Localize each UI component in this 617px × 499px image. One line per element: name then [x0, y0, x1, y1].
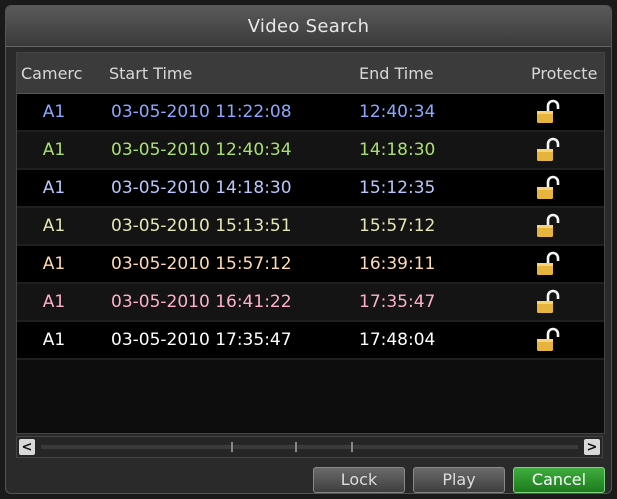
table-header: Camerc Start Time End Time Protecte: [17, 53, 604, 94]
scroll-tick: [351, 442, 353, 452]
header-start-time[interactable]: Start Time: [105, 64, 355, 83]
unlocked-padlock-icon[interactable]: [527, 251, 604, 277]
unlocked-padlock-icon[interactable]: [527, 99, 604, 125]
row-start-time: 03-05-2010 11:22:08: [111, 102, 292, 122]
row-camera: A1: [42, 178, 66, 198]
row-start-time: 03-05-2010 14:18:30: [111, 178, 292, 198]
row-camera: A1: [42, 330, 66, 350]
row-camera: A1: [42, 140, 66, 160]
unlocked-padlock-icon[interactable]: [527, 137, 604, 163]
dialog-button-bar: Lock Play Cancel: [6, 464, 611, 493]
row-camera: A1: [42, 292, 66, 312]
dialog-title: Video Search: [247, 15, 370, 37]
table-row[interactable]: A1 03-05-2010 11:22:08 12:40:34: [17, 94, 604, 132]
cancel-button[interactable]: Cancel: [513, 466, 605, 493]
table-row[interactable]: A1 03-05-2010 15:13:51 15:57:12: [17, 208, 604, 246]
row-end-time: 15:12:35: [359, 178, 436, 198]
row-start-time: 03-05-2010 15:57:12: [111, 254, 292, 274]
scroll-right-arrow-icon[interactable]: >: [584, 439, 600, 455]
results-table: Camerc Start Time End Time Protecte A1 03…: [16, 52, 605, 434]
row-start-time: 03-05-2010 15:13:51: [111, 216, 292, 236]
horizontal-scrollbar[interactable]: < >: [16, 436, 603, 458]
row-camera: A1: [42, 102, 66, 122]
unlocked-padlock-icon[interactable]: [527, 175, 604, 201]
dialog-titlebar: Video Search: [6, 6, 611, 47]
scroll-track[interactable]: [41, 445, 578, 449]
row-end-time: 17:35:47: [359, 292, 436, 312]
header-camera[interactable]: Camerc: [17, 64, 105, 83]
row-start-time: 03-05-2010 12:40:34: [111, 140, 292, 160]
video-search-dialog: Video Search Camerc Start Time End Time …: [5, 5, 612, 494]
header-end-time[interactable]: End Time: [355, 64, 527, 83]
unlocked-padlock-icon[interactable]: [527, 327, 604, 353]
scroll-tick: [295, 442, 297, 452]
row-end-time: 17:48:04: [359, 330, 436, 350]
scroll-left-arrow-icon[interactable]: <: [19, 439, 35, 455]
row-camera: A1: [42, 216, 66, 236]
row-camera: A1: [42, 254, 66, 274]
row-end-time: 16:39:11: [359, 254, 436, 274]
table-row[interactable]: A1 03-05-2010 16:41:22 17:35:47: [17, 284, 604, 322]
header-protected[interactable]: Protecte: [527, 64, 604, 83]
scroll-tick: [231, 442, 233, 452]
row-end-time: 14:18:30: [359, 140, 436, 160]
row-end-time: 12:40:34: [359, 102, 436, 122]
row-start-time: 03-05-2010 17:35:47: [111, 330, 292, 350]
table-row[interactable]: A1 03-05-2010 15:57:12 16:39:11: [17, 246, 604, 284]
table-row[interactable]: A1 03-05-2010 12:40:34 14:18:30: [17, 132, 604, 170]
row-end-time: 15:57:12: [359, 216, 436, 236]
table-row[interactable]: A1 03-05-2010 14:18:30 15:12:35: [17, 170, 604, 208]
row-start-time: 03-05-2010 16:41:22: [111, 292, 292, 312]
table-row[interactable]: A1 03-05-2010 17:35:47 17:48:04: [17, 322, 604, 360]
table-body: A1 03-05-2010 11:22:08 12:40:34 A1 03-05-201…: [17, 94, 604, 360]
unlocked-padlock-icon[interactable]: [527, 289, 604, 315]
play-button[interactable]: Play: [413, 466, 505, 493]
lock-button[interactable]: Lock: [313, 466, 405, 493]
unlocked-padlock-icon[interactable]: [527, 213, 604, 239]
